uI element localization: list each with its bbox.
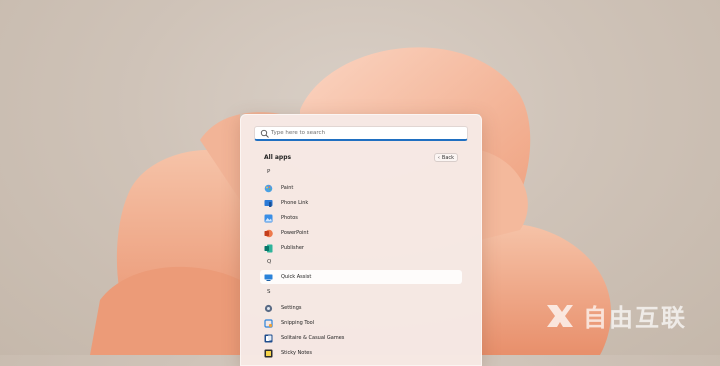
chevron-left-icon: ‹	[437, 154, 440, 161]
app-item-sticky-notes[interactable]: Sticky Notes	[260, 346, 462, 360]
snipping-tool-icon	[264, 318, 273, 328]
all-apps-heading: All apps	[264, 154, 292, 161]
app-item-paint[interactable]: Paint	[260, 181, 462, 195]
quick-assist-icon	[264, 273, 273, 282]
search-icon	[260, 129, 269, 138]
app-label: Solitaire & Casual Games	[281, 335, 345, 341]
app-item-quick-assist[interactable]: Quick Assist	[260, 270, 462, 284]
app-label: Sticky Notes	[281, 350, 312, 356]
app-label: Paint	[281, 185, 294, 191]
paint-icon	[264, 184, 273, 193]
app-label: Settings	[281, 305, 302, 311]
photos-icon	[264, 214, 273, 223]
app-label: PowerPoint	[281, 230, 309, 236]
sticky-notes-icon	[264, 349, 273, 358]
group-letter-q[interactable]: Q	[267, 259, 271, 265]
publisher-icon	[264, 244, 273, 253]
watermark: 自由互联	[545, 298, 687, 333]
phone-link-icon	[264, 199, 273, 208]
search-box[interactable]	[254, 126, 468, 141]
app-label: Photos	[281, 215, 298, 221]
app-item-publisher[interactable]: Publisher	[260, 241, 462, 255]
back-button[interactable]: ‹ Back	[434, 153, 458, 162]
app-label: Snipping Tool	[281, 320, 315, 326]
settings-icon	[264, 304, 273, 313]
app-label: Quick Assist	[281, 274, 312, 280]
powerpoint-icon	[264, 229, 273, 238]
solitaire-icon	[264, 334, 273, 343]
search-input[interactable]	[271, 127, 461, 139]
watermark-text: 自由互联	[583, 304, 687, 332]
app-item-solitaire[interactable]: Solitaire & Casual Games	[260, 331, 462, 345]
app-item-powerpoint[interactable]: PowerPoint	[260, 226, 462, 240]
app-label: Publisher	[281, 245, 304, 251]
app-label: Phone Link	[281, 200, 309, 206]
group-letter-s[interactable]: S	[267, 289, 271, 295]
start-menu: All apps ‹ Back P Paint Phone Link Photo…	[240, 114, 482, 366]
back-label: Back	[441, 154, 455, 161]
watermark-logo	[547, 304, 573, 327]
app-item-snipping-tool[interactable]: Snipping Tool	[260, 316, 462, 330]
group-letter-p[interactable]: P	[267, 169, 270, 175]
app-item-phone-link[interactable]: Phone Link	[260, 196, 462, 210]
app-item-photos[interactable]: Photos	[260, 211, 462, 225]
app-item-settings[interactable]: Settings	[260, 301, 462, 315]
